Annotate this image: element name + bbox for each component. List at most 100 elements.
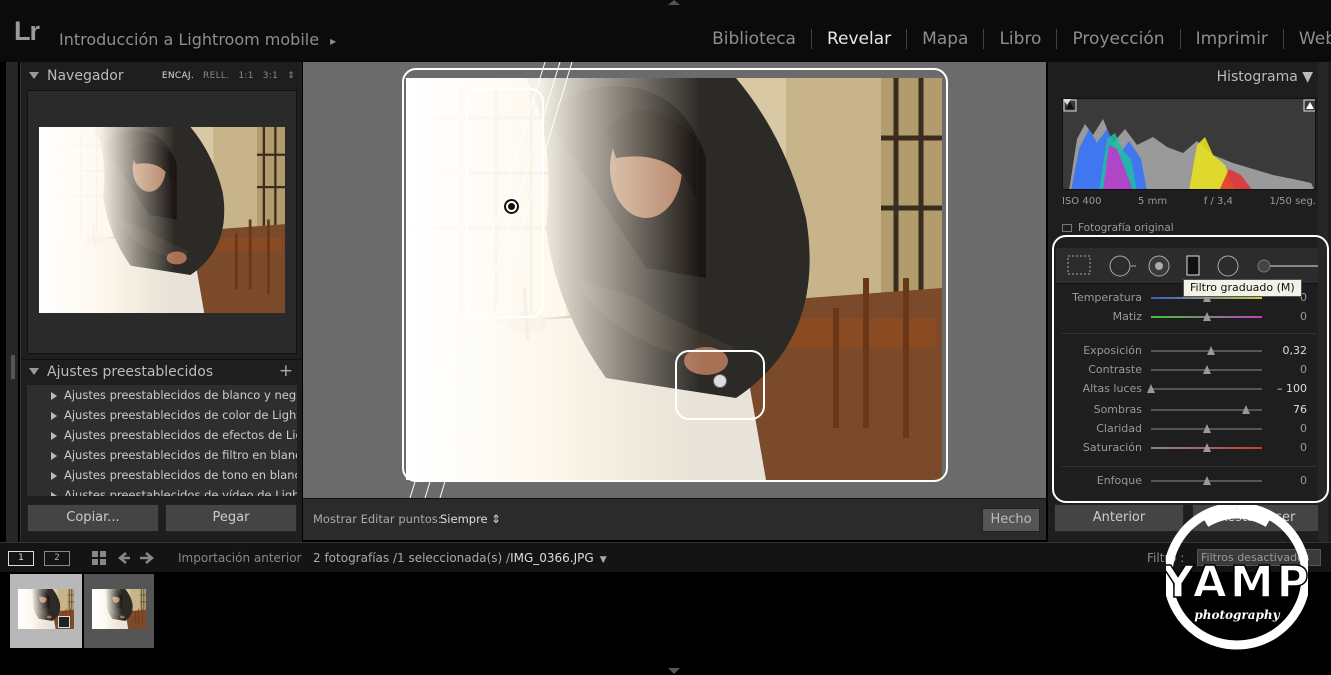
presets-header[interactable]: Ajustes preestablecidos + [21, 359, 301, 383]
slider-value[interactable]: – 100 [1277, 381, 1307, 397]
secondary-screen-button[interactable]: 2 [44, 551, 70, 566]
navigator-zoom-option[interactable]: 1:1 [238, 71, 253, 81]
slider-knob[interactable] [1206, 346, 1215, 355]
preset-folder-item[interactable]: Ajustes preestablecidos de blanco y negr… [27, 385, 297, 405]
slider-value[interactable]: 0 [1300, 440, 1307, 456]
slider-sombras: Sombras 76 [1048, 402, 1331, 418]
slider-knob[interactable] [1202, 365, 1211, 374]
filter-pin-center-icon [508, 203, 515, 210]
copy-button[interactable]: Copiar... [27, 504, 159, 532]
module-tab-revelar[interactable]: Revelar [812, 29, 908, 49]
show-edit-points-select[interactable]: Siempre ⇕ [440, 512, 501, 526]
slider-knob[interactable] [1147, 384, 1155, 393]
slider-label: Altas luces [1082, 382, 1142, 395]
next-photo-icon[interactable] [140, 552, 154, 564]
slider-value[interactable]: 0,32 [1283, 343, 1308, 359]
graduated-filter-tooltip: Filtro graduado (M) [1183, 279, 1302, 297]
filmstrip-thumb[interactable] [84, 574, 154, 648]
graduated-filter-lines[interactable] [400, 62, 580, 502]
slider-exposición: Exposición 0,32 [1048, 343, 1331, 359]
grid-view-icon[interactable] [92, 551, 106, 565]
slider-knob[interactable] [1202, 476, 1211, 485]
exif-info: ISO 400 5 mm f / 3,4 1/50 seg. [1062, 196, 1316, 207]
watermark-sub: photography [1194, 608, 1280, 622]
paste-button[interactable]: Pegar [165, 504, 297, 532]
previous-button[interactable]: Anterior [1054, 504, 1184, 532]
filter-pin-inactive[interactable] [713, 374, 727, 388]
module-tab-proyección[interactable]: Proyección [1057, 29, 1181, 49]
selected-filename: IMG_0366.JPG [510, 551, 594, 565]
preset-folder-label: Ajustes preestablecidos de tono en blanc… [64, 468, 297, 482]
expand-triangle-icon [51, 451, 57, 460]
preset-folder-item[interactable]: Ajustes preestablecidos de efectos de Li… [27, 425, 297, 445]
primary-screen-button[interactable]: 1 [8, 551, 34, 566]
navigator-zoom-option[interactable]: ENCAJ. [162, 71, 194, 81]
slider-separator [1062, 333, 1316, 334]
presets-title: Ajustes preestablecidos [47, 364, 214, 380]
original-photo-checkbox[interactable] [1062, 224, 1072, 232]
navigator-thumbnail[interactable] [39, 127, 285, 313]
catalog-title[interactable]: Introducción a Lightroom mobile ▸ [59, 30, 336, 49]
module-tab-web[interactable]: Web [1284, 29, 1331, 49]
slider-knob[interactable] [1242, 405, 1251, 414]
top-panel-toggle-icon[interactable] [668, 0, 680, 5]
module-tab-mapa[interactable]: Mapa [907, 29, 985, 49]
module-tab-biblioteca[interactable]: Biblioteca [697, 29, 812, 49]
navigator-header[interactable]: Navegador ENCAJ. RELL. 1:1 3:1 ⇕ [21, 64, 301, 88]
slider-knob[interactable] [1202, 312, 1211, 321]
slider-separator [1062, 466, 1316, 467]
graduated-filter-tool-icon[interactable] [1186, 255, 1200, 276]
slider-knob[interactable] [1202, 424, 1211, 433]
edit-toolbar: Mostrar Editar puntos: Siempre ⇕ Hecho [303, 498, 1046, 540]
exif-iso: ISO 400 [1062, 196, 1102, 207]
navigator-zoom-option[interactable]: 3:1 [263, 71, 278, 81]
preset-folder-item[interactable]: Ajustes preestablecidos de tono en blanc… [27, 465, 297, 485]
filmstrip [0, 572, 1331, 668]
bottom-panel-toggle-icon[interactable] [668, 668, 680, 674]
crop-tool-icon[interactable] [1067, 255, 1091, 275]
histogram-chart[interactable] [1062, 98, 1316, 190]
edited-badge-icon [58, 616, 70, 628]
preset-folder-item[interactable]: Ajustes preestablecidos de filtro en bla… [27, 445, 297, 465]
preset-folder-item[interactable]: Ajustes preestablecidos de vídeo de Ligh… [27, 485, 297, 496]
slider-value[interactable]: 76 [1293, 402, 1307, 418]
filter-pin-active[interactable] [504, 199, 519, 214]
filter-sliders: Temperatura 0 Matiz 0 Exposición 0,32 Contrast… [1048, 290, 1331, 490]
done-button[interactable]: Hecho [982, 508, 1040, 532]
previous-photo-icon[interactable] [118, 552, 130, 564]
previous-import-source[interactable]: Importación anterior [178, 551, 301, 565]
module-tab-imprimir[interactable]: Imprimir [1181, 29, 1284, 49]
navigator-zoom-option[interactable]: RELL. [203, 71, 229, 81]
filmstrip-thumb-selected[interactable] [10, 574, 82, 648]
slider-value[interactable]: 0 [1300, 473, 1307, 489]
slider-label: Temperatura [1072, 291, 1142, 304]
left-edge-bar[interactable] [6, 62, 18, 542]
expand-triangle-icon [51, 431, 57, 440]
slider-value[interactable]: 0 [1300, 309, 1307, 325]
radial-filter-tool-icon[interactable] [1217, 255, 1239, 277]
zoom-stepper-icon[interactable]: ⇕ [287, 71, 295, 81]
exif-aperture: f / 3,4 [1203, 196, 1233, 207]
slider-label: Sombras [1093, 403, 1142, 416]
add-preset-icon[interactable]: + [279, 359, 293, 383]
selection-count: 2 fotografías /1 seleccionada(s) / [313, 551, 511, 565]
slider-label: Saturación [1082, 441, 1142, 454]
spot-removal-tool-icon[interactable] [1109, 255, 1136, 277]
slider-matiz: Matiz 0 [1048, 309, 1331, 325]
original-photo-label: Fotografía original [1078, 222, 1174, 234]
red-eye-tool-icon[interactable] [1148, 255, 1170, 277]
histogram-header[interactable]: Histograma ▼ [1217, 69, 1313, 85]
right-edge-bar[interactable] [1318, 62, 1328, 542]
adjustment-brush-tool-icon[interactable] [1257, 259, 1320, 273]
selection-info[interactable]: 2 fotografías /1 seleccionada(s) /IMG_03… [313, 551, 607, 565]
slider-value[interactable]: 0 [1300, 421, 1307, 437]
slider-track[interactable] [1151, 388, 1262, 390]
slider-knob[interactable] [1202, 443, 1211, 452]
preset-folder-item[interactable]: Ajustes preestablecidos de color de Ligh… [27, 405, 297, 425]
module-tab-libro[interactable]: Libro [984, 29, 1058, 49]
slider-value[interactable]: 0 [1300, 362, 1307, 378]
show-edit-points-label: Mostrar Editar puntos: [313, 512, 442, 526]
slider-label: Contraste [1088, 363, 1142, 376]
original-photo-toggle[interactable]: Fotografía original [1062, 222, 1174, 234]
left-scroll-handle[interactable] [11, 355, 15, 379]
